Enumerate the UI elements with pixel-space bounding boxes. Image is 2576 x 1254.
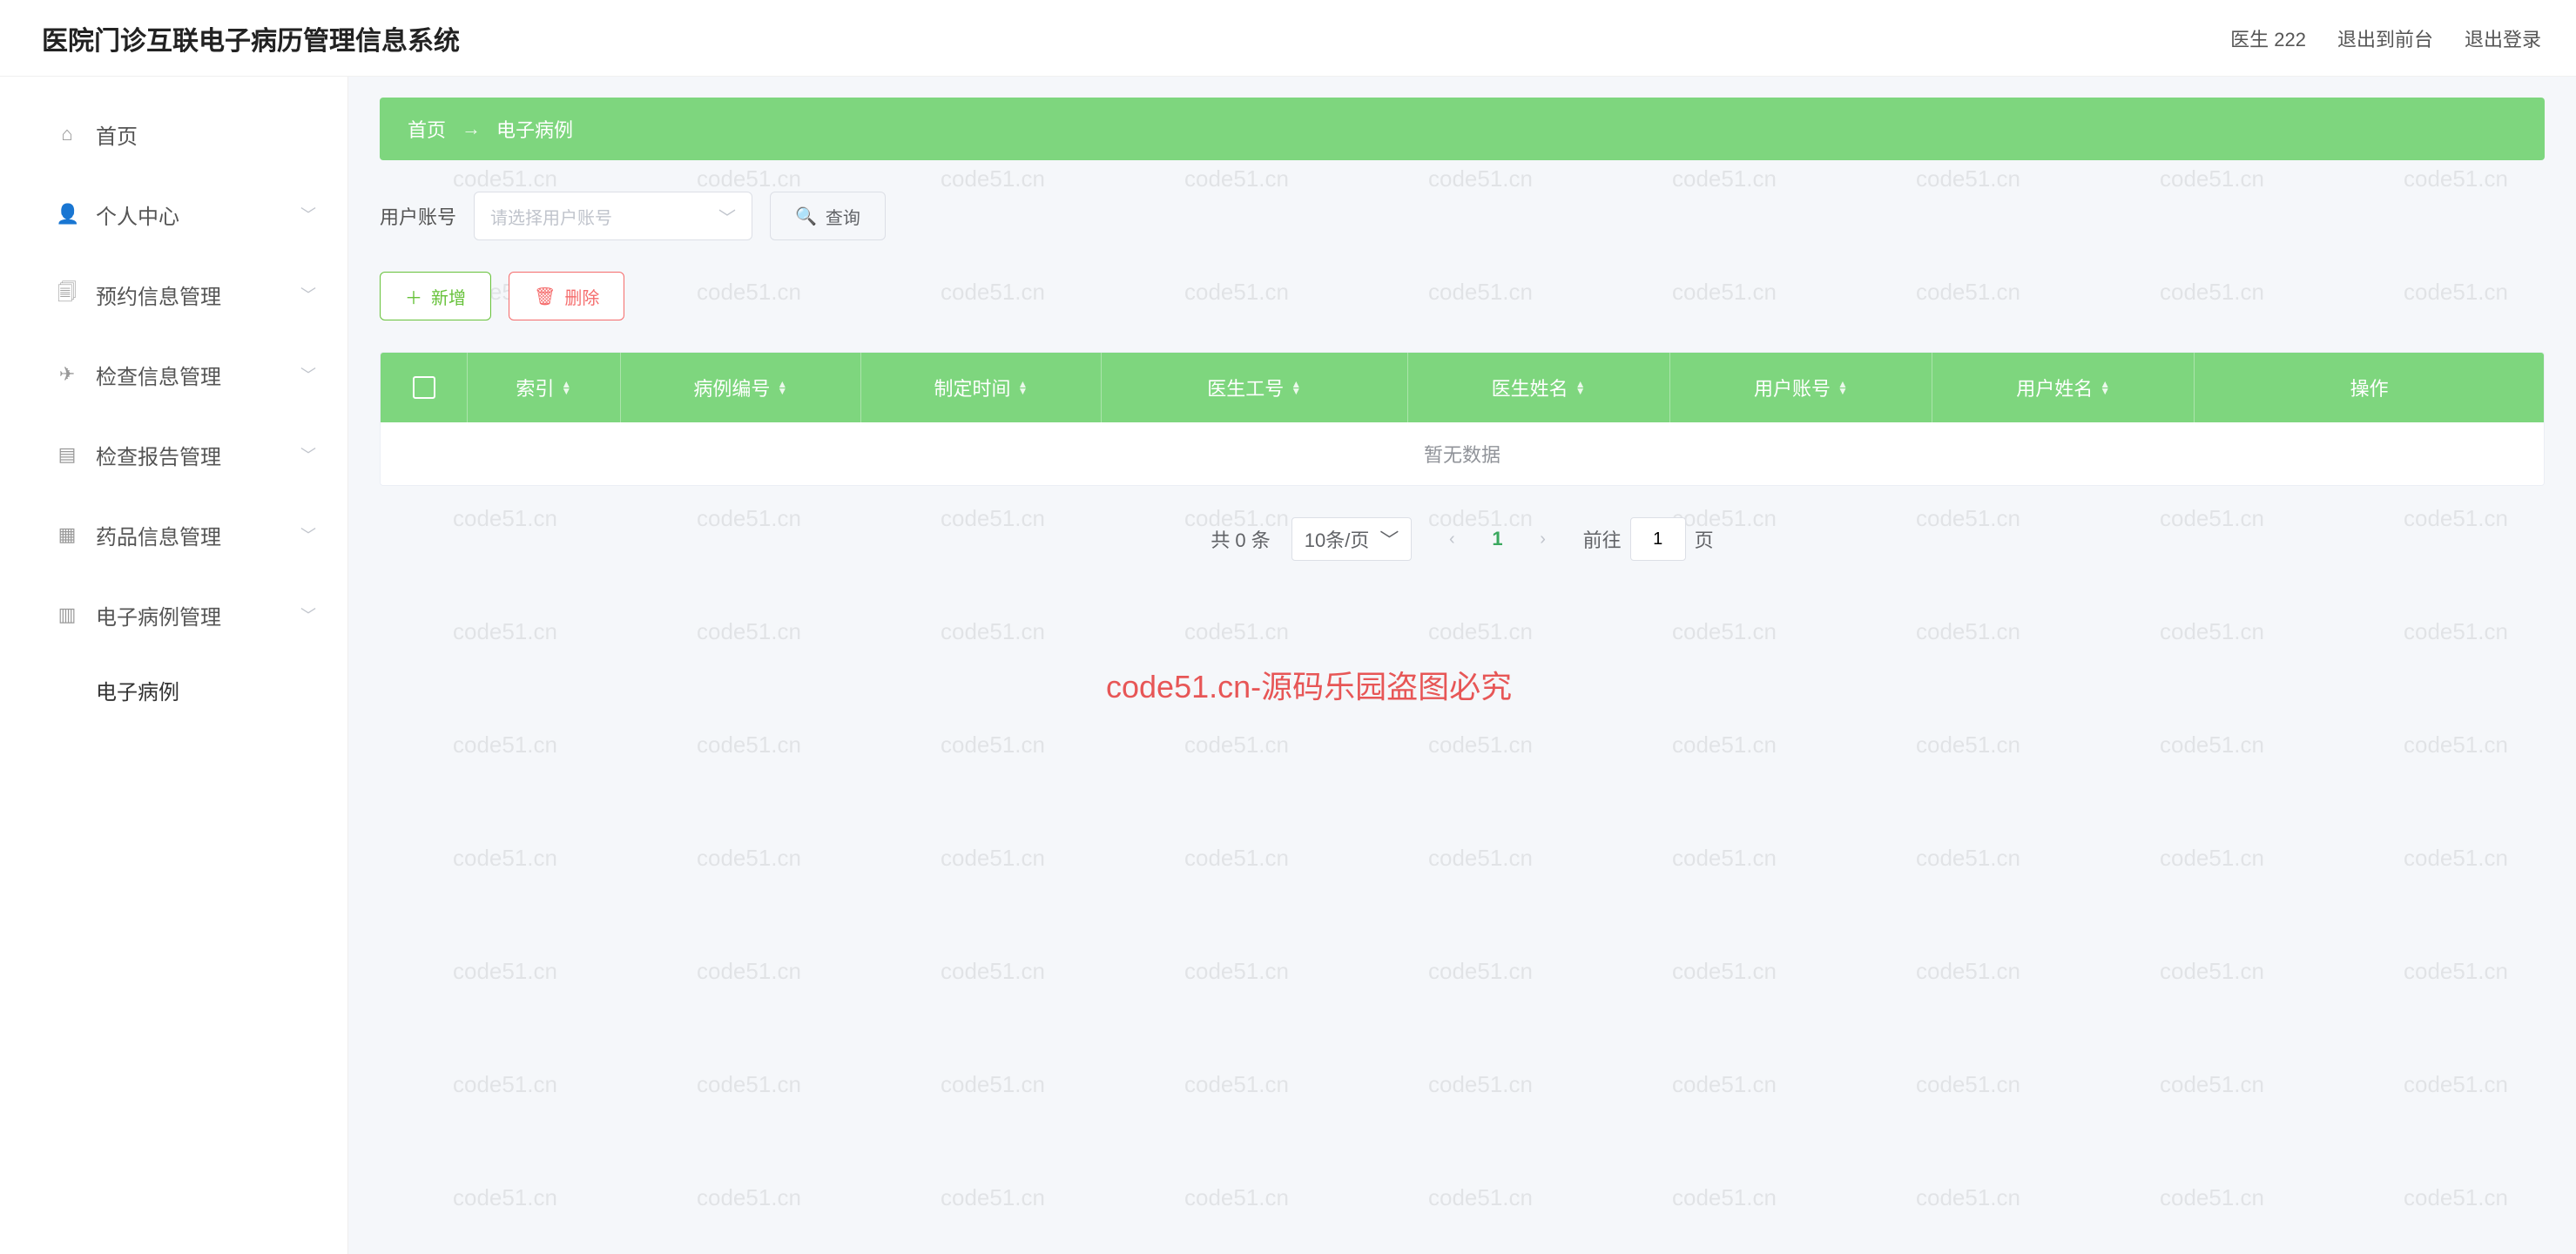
checkbox-icon xyxy=(413,376,435,399)
menu-label: 预约信息管理 xyxy=(96,280,221,310)
chevron-down-icon: ﹀ xyxy=(300,603,316,626)
chevron-down-icon: ﹀ xyxy=(1379,525,1399,553)
jump-input[interactable] xyxy=(1630,517,1686,561)
sidebar-item-4[interactable]: ▤ 检查报告管理 ﹀ xyxy=(0,415,347,495)
chevron-down-icon: ﹀ xyxy=(300,363,316,386)
breadcrumb-sep: → xyxy=(462,118,481,140)
page-jump: 前往 页 xyxy=(1583,517,1714,561)
th-3[interactable]: 医生工号 ▲▼ xyxy=(1102,353,1408,422)
search-button-label: 查询 xyxy=(826,204,860,229)
th-4[interactable]: 医生姓名 ▲▼ xyxy=(1408,353,1670,422)
sidebar-subitem-label: 电子病例 xyxy=(96,675,179,705)
sidebar-item-2[interactable]: 🗐 预约信息管理 ﹀ xyxy=(0,254,347,334)
page-number[interactable]: 1 xyxy=(1492,528,1502,550)
th-checkbox[interactable] xyxy=(381,353,468,422)
action-row: ＋ 新增 🗑 删除 xyxy=(380,272,2545,320)
sidebar: ⌂ 首页 👤 个人中心 ﹀ 🗐 预约信息管理 ﹀ ✈ 检查信息管理 ﹀ ▤ 检查报告管理 ﹀ ▦ 药品信息管理… xyxy=(0,77,348,1254)
next-page-button[interactable]: › xyxy=(1524,520,1562,558)
th-7: 操作 xyxy=(2195,353,2544,422)
sidebar-item-6[interactable]: ▥ 电子病例管理 ﹀ xyxy=(0,575,347,655)
page-size-select[interactable]: 10条/页 ﹀ xyxy=(1291,517,1413,561)
delete-button-label: 删除 xyxy=(564,284,599,309)
filter-row: 用户账号 请选择用户账号 ﹀ 🔍 查询 xyxy=(380,192,2545,240)
logout-link[interactable]: 退出登录 xyxy=(2465,24,2541,52)
plus-icon: ＋ xyxy=(405,284,422,309)
app-header: 医院门诊互联电子病历管理信息系统 医生 222 退出到前台 退出登录 xyxy=(0,0,2576,77)
th-1[interactable]: 病例编号 ▲▼ xyxy=(621,353,861,422)
sort-icon: ▲▼ xyxy=(1838,381,1848,394)
exit-front-link[interactable]: 退出到前台 xyxy=(2337,24,2433,52)
table: 索引 ▲▼ 病例编号 ▲▼ 制定时间 ▲▼ 医生工号 ▲▼ 医生姓名 ▲▼ 用户账号 ▲▼ 用户姓名 ▲▼… xyxy=(380,352,2545,486)
prev-page-button[interactable]: ‹ xyxy=(1433,520,1471,558)
sidebar-item-3[interactable]: ✈ 检查信息管理 ﹀ xyxy=(0,334,347,415)
th-0[interactable]: 索引 ▲▼ xyxy=(468,353,621,422)
menu-label: 药品信息管理 xyxy=(96,520,221,550)
pagination-total: 共 0 条 xyxy=(1210,525,1270,553)
chevron-down-icon: ﹀ xyxy=(300,443,316,466)
select-placeholder: 请选择用户账号 xyxy=(490,204,612,229)
breadcrumb-home[interactable]: 首页 xyxy=(408,115,446,143)
sidebar-item-5[interactable]: ▦ 药品信息管理 ﹀ xyxy=(0,495,347,575)
th-5[interactable]: 用户账号 ▲▼ xyxy=(1670,353,1932,422)
th-2[interactable]: 制定时间 ▲▼ xyxy=(861,353,1102,422)
menu-icon: 🗐 xyxy=(56,278,78,311)
chevron-down-icon: ﹀ xyxy=(718,204,736,229)
menu-icon: 👤 xyxy=(56,203,78,226)
search-icon: 🔍 xyxy=(795,206,817,227)
filter-label: 用户账号 xyxy=(380,202,456,230)
user-account-select[interactable]: 请选择用户账号 ﹀ xyxy=(474,192,752,240)
breadcrumb: 首页 → 电子病例 xyxy=(380,98,2545,160)
user-label[interactable]: 医生 222 xyxy=(2230,24,2306,52)
chevron-down-icon: ﹀ xyxy=(300,203,316,226)
sort-icon: ▲▼ xyxy=(1291,381,1301,394)
th-label: 制定时间 xyxy=(934,374,1010,401)
th-label: 操作 xyxy=(2350,374,2389,401)
menu-label: 电子病例管理 xyxy=(96,600,221,630)
th-label: 医生工号 xyxy=(1207,374,1284,401)
add-button-label: 新增 xyxy=(431,284,466,309)
menu-icon: ▤ xyxy=(56,443,78,466)
th-6[interactable]: 用户姓名 ▲▼ xyxy=(1932,353,2195,422)
page-size-label: 10条/页 xyxy=(1305,525,1370,553)
sidebar-item-0[interactable]: ⌂ 首页 xyxy=(0,94,347,174)
breadcrumb-current[interactable]: 电子病例 xyxy=(496,115,573,143)
menu-icon: ▥ xyxy=(56,603,78,626)
table-empty: 暂无数据 xyxy=(381,422,2544,485)
th-label: 索引 xyxy=(516,374,554,401)
jump-prefix: 前往 xyxy=(1583,525,1622,553)
menu-icon: ✈ xyxy=(56,363,78,386)
sidebar-subitem-records[interactable]: 电子病例 xyxy=(0,655,347,725)
search-button[interactable]: 🔍 查询 xyxy=(770,192,886,240)
menu-label: 检查报告管理 xyxy=(96,440,221,470)
trash-icon: 🗑 xyxy=(534,286,556,307)
table-header: 索引 ▲▼ 病例编号 ▲▼ 制定时间 ▲▼ 医生工号 ▲▼ 医生姓名 ▲▼ 用户账号 ▲▼ 用户姓名 ▲▼… xyxy=(381,353,2544,422)
jump-suffix: 页 xyxy=(1695,525,1714,553)
chevron-down-icon: ﹀ xyxy=(300,283,316,306)
th-label: 用户姓名 xyxy=(2016,374,2093,401)
sort-icon: ▲▼ xyxy=(561,381,571,394)
menu-label: 检查信息管理 xyxy=(96,360,221,390)
header-actions: 医生 222 退出到前台 退出登录 xyxy=(2230,24,2541,52)
app-title: 医院门诊互联电子病历管理信息系统 xyxy=(42,19,460,57)
chevron-down-icon: ﹀ xyxy=(300,523,316,546)
menu-icon: ⌂ xyxy=(56,123,78,145)
th-label: 医生姓名 xyxy=(1492,374,1568,401)
th-label: 病例编号 xyxy=(693,374,770,401)
menu-icon: ▦ xyxy=(56,523,78,546)
sort-icon: ▲▼ xyxy=(1575,381,1586,394)
pagination: 共 0 条 10条/页 ﹀ ‹ 1 › 前往 页 xyxy=(380,517,2545,561)
sidebar-item-1[interactable]: 👤 个人中心 ﹀ xyxy=(0,174,347,254)
menu-label: 首页 xyxy=(96,119,138,150)
th-label: 用户账号 xyxy=(1754,374,1831,401)
add-button[interactable]: ＋ 新增 xyxy=(380,272,491,320)
delete-button[interactable]: 🗑 删除 xyxy=(509,272,624,320)
menu-label: 个人中心 xyxy=(96,199,179,230)
sort-icon: ▲▼ xyxy=(1017,381,1028,394)
sort-icon: ▲▼ xyxy=(2100,381,2110,394)
sort-icon: ▲▼ xyxy=(777,381,787,394)
main-content: 首页 → 电子病例 用户账号 请选择用户账号 ﹀ 🔍 查询 ＋ 新增 🗑 删除 xyxy=(348,77,2576,1254)
